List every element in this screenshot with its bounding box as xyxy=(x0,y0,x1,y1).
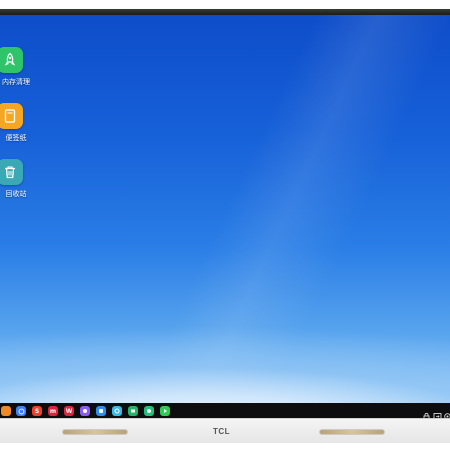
notepad-icon xyxy=(0,103,23,129)
presentation-app-letter: m xyxy=(49,407,57,415)
desktop-icon-label: 便签纸 xyxy=(5,134,27,142)
bright-green-app-icon[interactable] xyxy=(160,406,170,416)
trash-icon xyxy=(0,159,23,185)
purple-app-icon[interactable] xyxy=(80,406,90,416)
settings-icon[interactable] xyxy=(443,406,450,420)
desktop-icon-label: 回收站 xyxy=(5,190,27,198)
word-app-letter: W xyxy=(65,407,73,415)
browser-icon[interactable] xyxy=(16,406,26,416)
input-icon[interactable] xyxy=(433,406,442,420)
display-device: 内存清理 便签纸 回收站 S m W TCL xyxy=(0,0,450,450)
desktop-icon-memory-cleaner[interactable]: 内存清理 xyxy=(0,47,30,87)
brand-logo: TCL xyxy=(213,427,231,436)
home-icon[interactable] xyxy=(1,406,11,416)
desktop-icon-recycle-bin[interactable]: 回收站 xyxy=(0,159,27,199)
bottom-bezel: TCL xyxy=(0,418,450,443)
blue-app-icon[interactable] xyxy=(96,406,106,416)
s-app-icon[interactable]: S xyxy=(32,406,42,416)
lock-icon[interactable] xyxy=(422,406,431,421)
desktop-icon-label: 内存清理 xyxy=(2,78,30,86)
teal-app-icon[interactable] xyxy=(144,406,154,416)
desktop-icon-sticky-notes[interactable]: 便签纸 xyxy=(0,103,27,143)
cyan-app-icon[interactable] xyxy=(112,406,122,416)
left-speaker-grille xyxy=(63,430,127,434)
presentation-app-icon[interactable]: m xyxy=(48,406,58,416)
right-speaker-grille xyxy=(320,430,384,434)
desktop-screen: 内存清理 便签纸 回收站 xyxy=(0,15,450,403)
green-app-icon[interactable] xyxy=(128,406,138,416)
word-app-icon[interactable]: W xyxy=(64,406,74,416)
taskbar: S m W xyxy=(0,403,450,421)
s-app-letter: S xyxy=(34,407,40,415)
rocket-icon xyxy=(0,47,23,73)
